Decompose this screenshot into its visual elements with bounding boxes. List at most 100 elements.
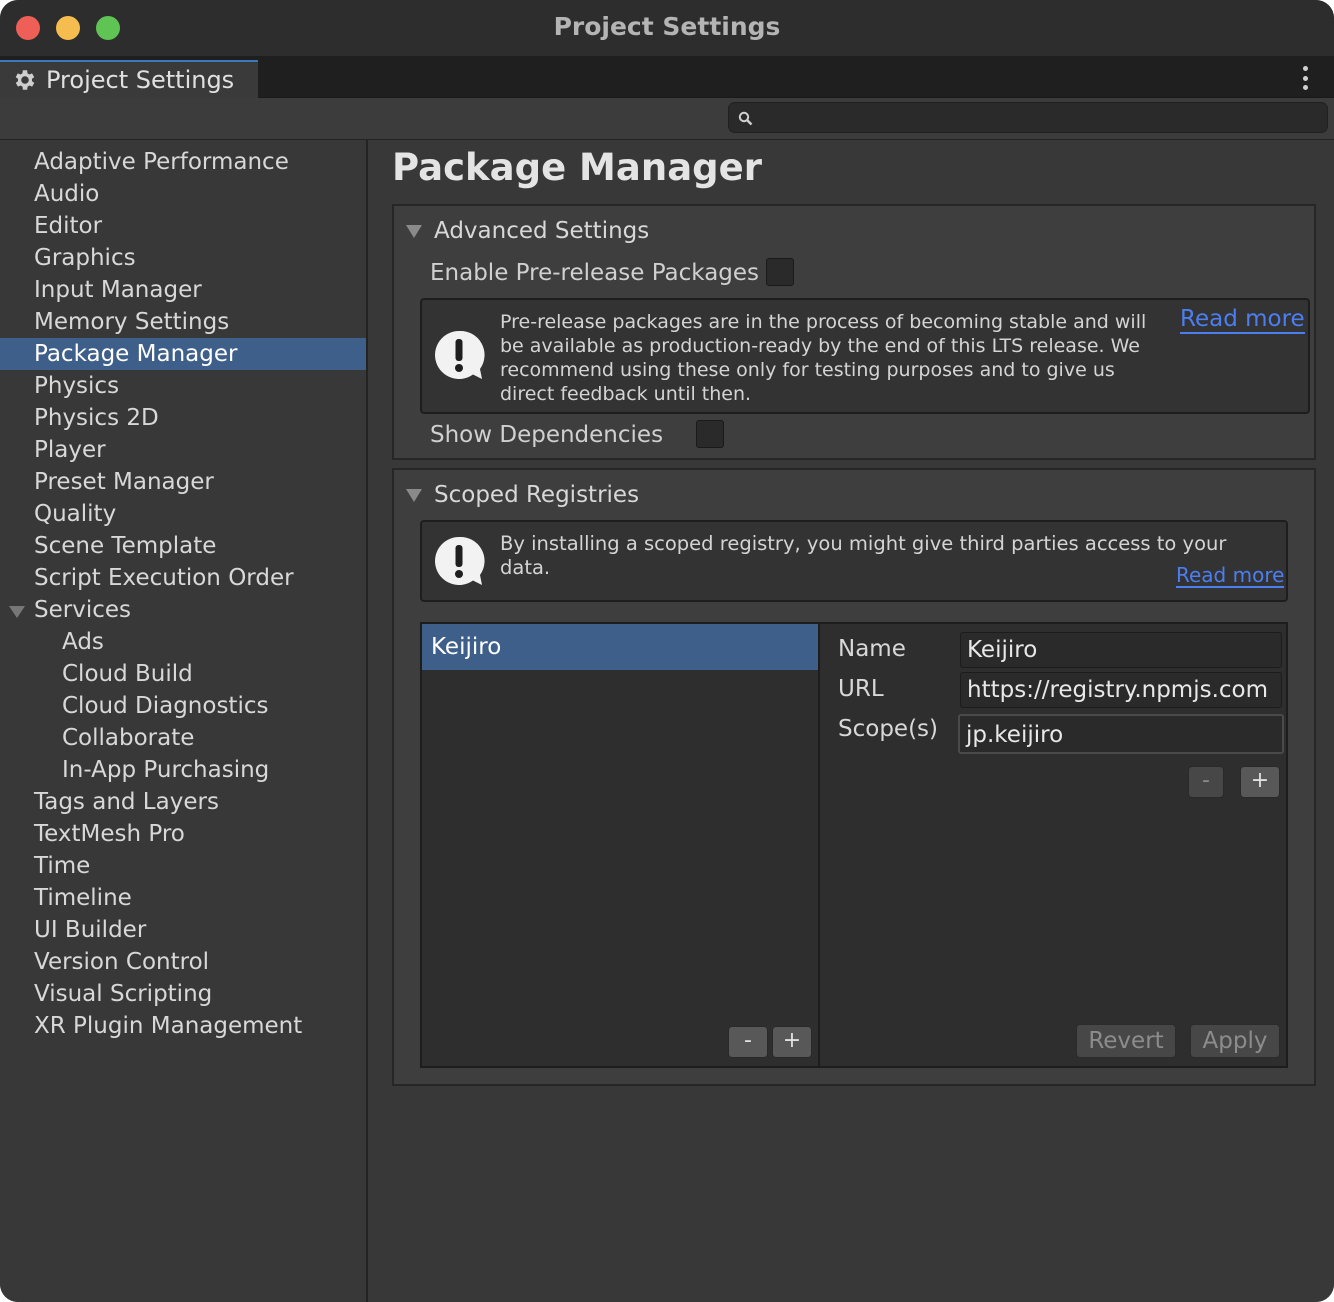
title-bar: Project Settings bbox=[0, 0, 1334, 56]
foldout-arrow-icon[interactable] bbox=[9, 606, 25, 618]
prerelease-help-text: Pre-release packages are in the process … bbox=[500, 311, 1147, 405]
sidebar-item-label: Editor bbox=[34, 213, 103, 239]
tab-bar: Project Settings bbox=[0, 56, 1334, 98]
search-input[interactable] bbox=[761, 105, 1321, 130]
prerelease-help-box: Pre-release packages are in the process … bbox=[420, 298, 1310, 414]
settings-sidebar: Adaptive Performance Audio Editor Graphics I… bbox=[0, 140, 368, 1302]
sidebar-item-label: Input Manager bbox=[34, 277, 202, 303]
sidebar-item-label: XR Plugin Management bbox=[34, 1013, 303, 1039]
prerelease-label: Enable Pre-release Packages bbox=[430, 260, 760, 286]
sidebar-item-textmesh-pro[interactable]: TextMesh Pro bbox=[0, 818, 366, 850]
sidebar-item-timeline[interactable]: Timeline bbox=[0, 882, 366, 914]
tab-label: Project Settings bbox=[46, 66, 235, 94]
sidebar-item-scene-template[interactable]: Scene Template bbox=[0, 530, 366, 562]
sidebar-item-label: Ads bbox=[62, 629, 104, 655]
scoped-registries-section: Scoped Registries By installing a scoped… bbox=[392, 468, 1316, 1086]
project-settings-window: Project Settings Project Settings Adapti… bbox=[0, 0, 1334, 1302]
sidebar-item-services[interactable]: Services bbox=[0, 594, 366, 626]
prerelease-checkbox[interactable] bbox=[766, 258, 794, 286]
more-options-icon[interactable] bbox=[1300, 66, 1310, 90]
sidebar-item-tags-and-layers[interactable]: Tags and Layers bbox=[0, 786, 366, 818]
search-field[interactable] bbox=[728, 102, 1328, 133]
scoped-registries-foldout[interactable]: Scoped Registries bbox=[406, 480, 639, 510]
sidebar-item-label: Memory Settings bbox=[34, 309, 230, 335]
sidebar-item-script-execution-order[interactable]: Script Execution Order bbox=[0, 562, 366, 594]
sidebar-item-label: Services bbox=[34, 597, 131, 623]
registry-list-item[interactable]: Keijiro bbox=[422, 624, 818, 670]
advanced-settings-foldout[interactable]: Advanced Settings bbox=[406, 216, 649, 246]
sidebar-item-audio[interactable]: Audio bbox=[0, 178, 366, 210]
sidebar-item-memory-settings[interactable]: Memory Settings bbox=[0, 306, 366, 338]
sidebar-item-label: Time bbox=[34, 853, 91, 879]
sidebar-item-cloud-build[interactable]: Cloud Build bbox=[0, 658, 366, 690]
sidebar-item-time[interactable]: Time bbox=[0, 850, 366, 882]
sidebar-item-label: Physics 2D bbox=[34, 405, 159, 431]
sidebar-item-in-app-purchasing[interactable]: In-App Purchasing bbox=[0, 754, 366, 786]
remove-scope-button[interactable]: - bbox=[1188, 766, 1224, 798]
registry-url-label: URL bbox=[838, 676, 884, 702]
sidebar-item-visual-scripting[interactable]: Visual Scripting bbox=[0, 978, 366, 1010]
sidebar-item-physics-2d[interactable]: Physics 2D bbox=[0, 402, 366, 434]
registry-scopes-label: Scope(s) bbox=[838, 716, 938, 742]
sidebar-item-physics[interactable]: Physics bbox=[0, 370, 366, 402]
registry-editor: Keijiro - + Name Keijiro URL https://reg… bbox=[420, 622, 1288, 1068]
sidebar-item-label: Player bbox=[34, 437, 106, 463]
registry-name-label: Name bbox=[838, 636, 906, 662]
show-dependencies-checkbox[interactable] bbox=[696, 420, 724, 448]
sidebar-item-adaptive-performance[interactable]: Adaptive Performance bbox=[0, 146, 366, 178]
registry-detail: Name Keijiro URL https://registry.npmjs.… bbox=[822, 624, 1286, 1066]
sidebar-item-label: Cloud Diagnostics bbox=[62, 693, 269, 719]
registry-help-text: By installing a scoped registry, you mig… bbox=[500, 532, 1227, 579]
add-scope-button[interactable]: + bbox=[1240, 766, 1280, 798]
sidebar-item-label: Visual Scripting bbox=[34, 981, 213, 1007]
sidebar-item-label: Script Execution Order bbox=[34, 565, 294, 591]
sidebar-item-label: In-App Purchasing bbox=[62, 757, 270, 783]
sidebar-item-ui-builder[interactable]: UI Builder bbox=[0, 914, 366, 946]
sidebar-item-label: Cloud Build bbox=[62, 661, 193, 687]
registry-help-box: By installing a scoped registry, you mig… bbox=[420, 520, 1288, 602]
registry-read-more-link[interactable]: Read more bbox=[1176, 564, 1285, 588]
sidebar-item-label: Package Manager bbox=[34, 341, 238, 367]
window-title: Project Settings bbox=[553, 12, 781, 41]
sidebar-item-package-manager[interactable]: Package Manager bbox=[0, 338, 366, 370]
tab-project-settings[interactable]: Project Settings bbox=[0, 60, 258, 98]
sidebar-item-ads[interactable]: Ads bbox=[0, 626, 366, 658]
sidebar-item-label: TextMesh Pro bbox=[34, 821, 185, 847]
sidebar-item-editor[interactable]: Editor bbox=[0, 210, 366, 242]
revert-button[interactable]: Revert bbox=[1076, 1024, 1176, 1058]
sidebar-item-input-manager[interactable]: Input Manager bbox=[0, 274, 366, 306]
warning-icon bbox=[435, 330, 485, 379]
sidebar-item-label: Timeline bbox=[34, 885, 132, 911]
sidebar-item-quality[interactable]: Quality bbox=[0, 498, 366, 530]
foldout-arrow-icon bbox=[406, 224, 422, 238]
prerelease-read-more-link[interactable]: Read more bbox=[1180, 306, 1305, 334]
sidebar-item-cloud-diagnostics[interactable]: Cloud Diagnostics bbox=[0, 690, 366, 722]
advanced-settings-header: Advanced Settings bbox=[434, 218, 650, 244]
sidebar-item-xr-plugin-management[interactable]: XR Plugin Management bbox=[0, 1010, 366, 1042]
sidebar-item-label: Quality bbox=[34, 501, 117, 527]
sidebar-item-graphics[interactable]: Graphics bbox=[0, 242, 366, 274]
apply-button[interactable]: Apply bbox=[1190, 1024, 1280, 1058]
sidebar-item-label: Adaptive Performance bbox=[34, 149, 289, 175]
sidebar-item-preset-manager[interactable]: Preset Manager bbox=[0, 466, 366, 498]
sidebar-item-label: Collaborate bbox=[62, 725, 195, 751]
registry-list: Keijiro - + bbox=[422, 624, 820, 1066]
sidebar-item-label: Tags and Layers bbox=[34, 789, 219, 815]
sidebar-item-player[interactable]: Player bbox=[0, 434, 366, 466]
registry-name-field[interactable]: Keijiro bbox=[960, 632, 1282, 668]
remove-registry-button[interactable]: - bbox=[728, 1026, 768, 1058]
warning-icon bbox=[435, 536, 485, 585]
foldout-arrow-icon bbox=[406, 488, 422, 502]
toolbar bbox=[0, 98, 1334, 140]
sidebar-item-label: Version Control bbox=[34, 949, 210, 975]
scoped-registries-header: Scoped Registries bbox=[434, 482, 640, 508]
settings-main-panel: Package Manager Advanced Settings Enable… bbox=[370, 140, 1334, 1302]
sidebar-item-version-control[interactable]: Version Control bbox=[0, 946, 366, 978]
registry-scope-field[interactable]: jp.keijiro bbox=[958, 714, 1284, 754]
sidebar-item-collaborate[interactable]: Collaborate bbox=[0, 722, 366, 754]
sidebar-item-label: Preset Manager bbox=[34, 469, 214, 495]
registry-url-field[interactable]: https://registry.npmjs.com bbox=[960, 672, 1282, 708]
sidebar-item-label: Graphics bbox=[34, 245, 136, 271]
add-registry-button[interactable]: + bbox=[772, 1026, 812, 1058]
gear-icon bbox=[15, 70, 35, 90]
